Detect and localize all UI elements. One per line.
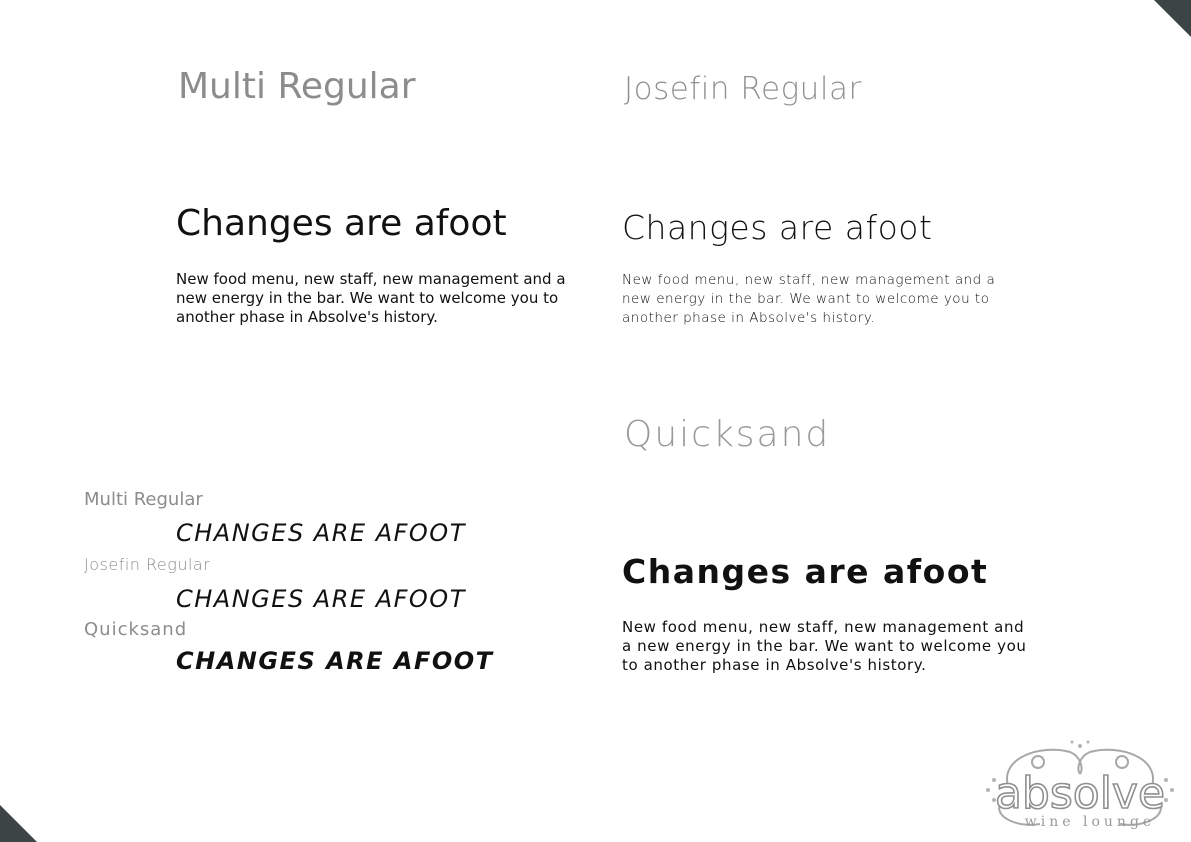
comparison-name-multi: Multi Regular: [84, 489, 203, 510]
font-name-josefin: Josefin Regular: [624, 71, 862, 107]
comparison-sample-josefin: CHANGES ARE AFOOT: [176, 585, 466, 613]
logo-tagline-text: wine lounge: [1025, 814, 1155, 830]
logo-emblem-icon: absolve wine lounge: [986, 740, 1174, 830]
heading-quicksand: Changes are afoot: [622, 552, 989, 591]
comparison-sample-multi: CHANGES ARE AFOOT: [176, 519, 466, 547]
font-name-quicksand: Quicksand: [624, 414, 831, 455]
corner-decoration-bottom-left: [0, 805, 37, 842]
comparison-name-quicksand: Quicksand: [84, 619, 188, 640]
comparison-sample-quicksand: CHANGES ARE AFOOT: [176, 647, 494, 675]
body-multi: New food menu, new staff, new management…: [176, 270, 566, 326]
body-quicksand: New food menu, new staff, new management…: [622, 618, 1027, 674]
font-name-multi: Multi Regular: [178, 66, 416, 107]
logo-brand-text: absolve: [995, 768, 1165, 819]
absolve-logo: absolve wine lounge: [980, 738, 1180, 834]
body-josefin: New food menu, new staff, new management…: [622, 272, 996, 326]
heading-multi: Changes are afoot: [176, 203, 507, 244]
corner-decoration-top-right: [1154, 0, 1191, 37]
comparison-name-josefin: Josefin Regular: [84, 555, 211, 574]
heading-josefin: Changes are afoot: [622, 208, 933, 247]
